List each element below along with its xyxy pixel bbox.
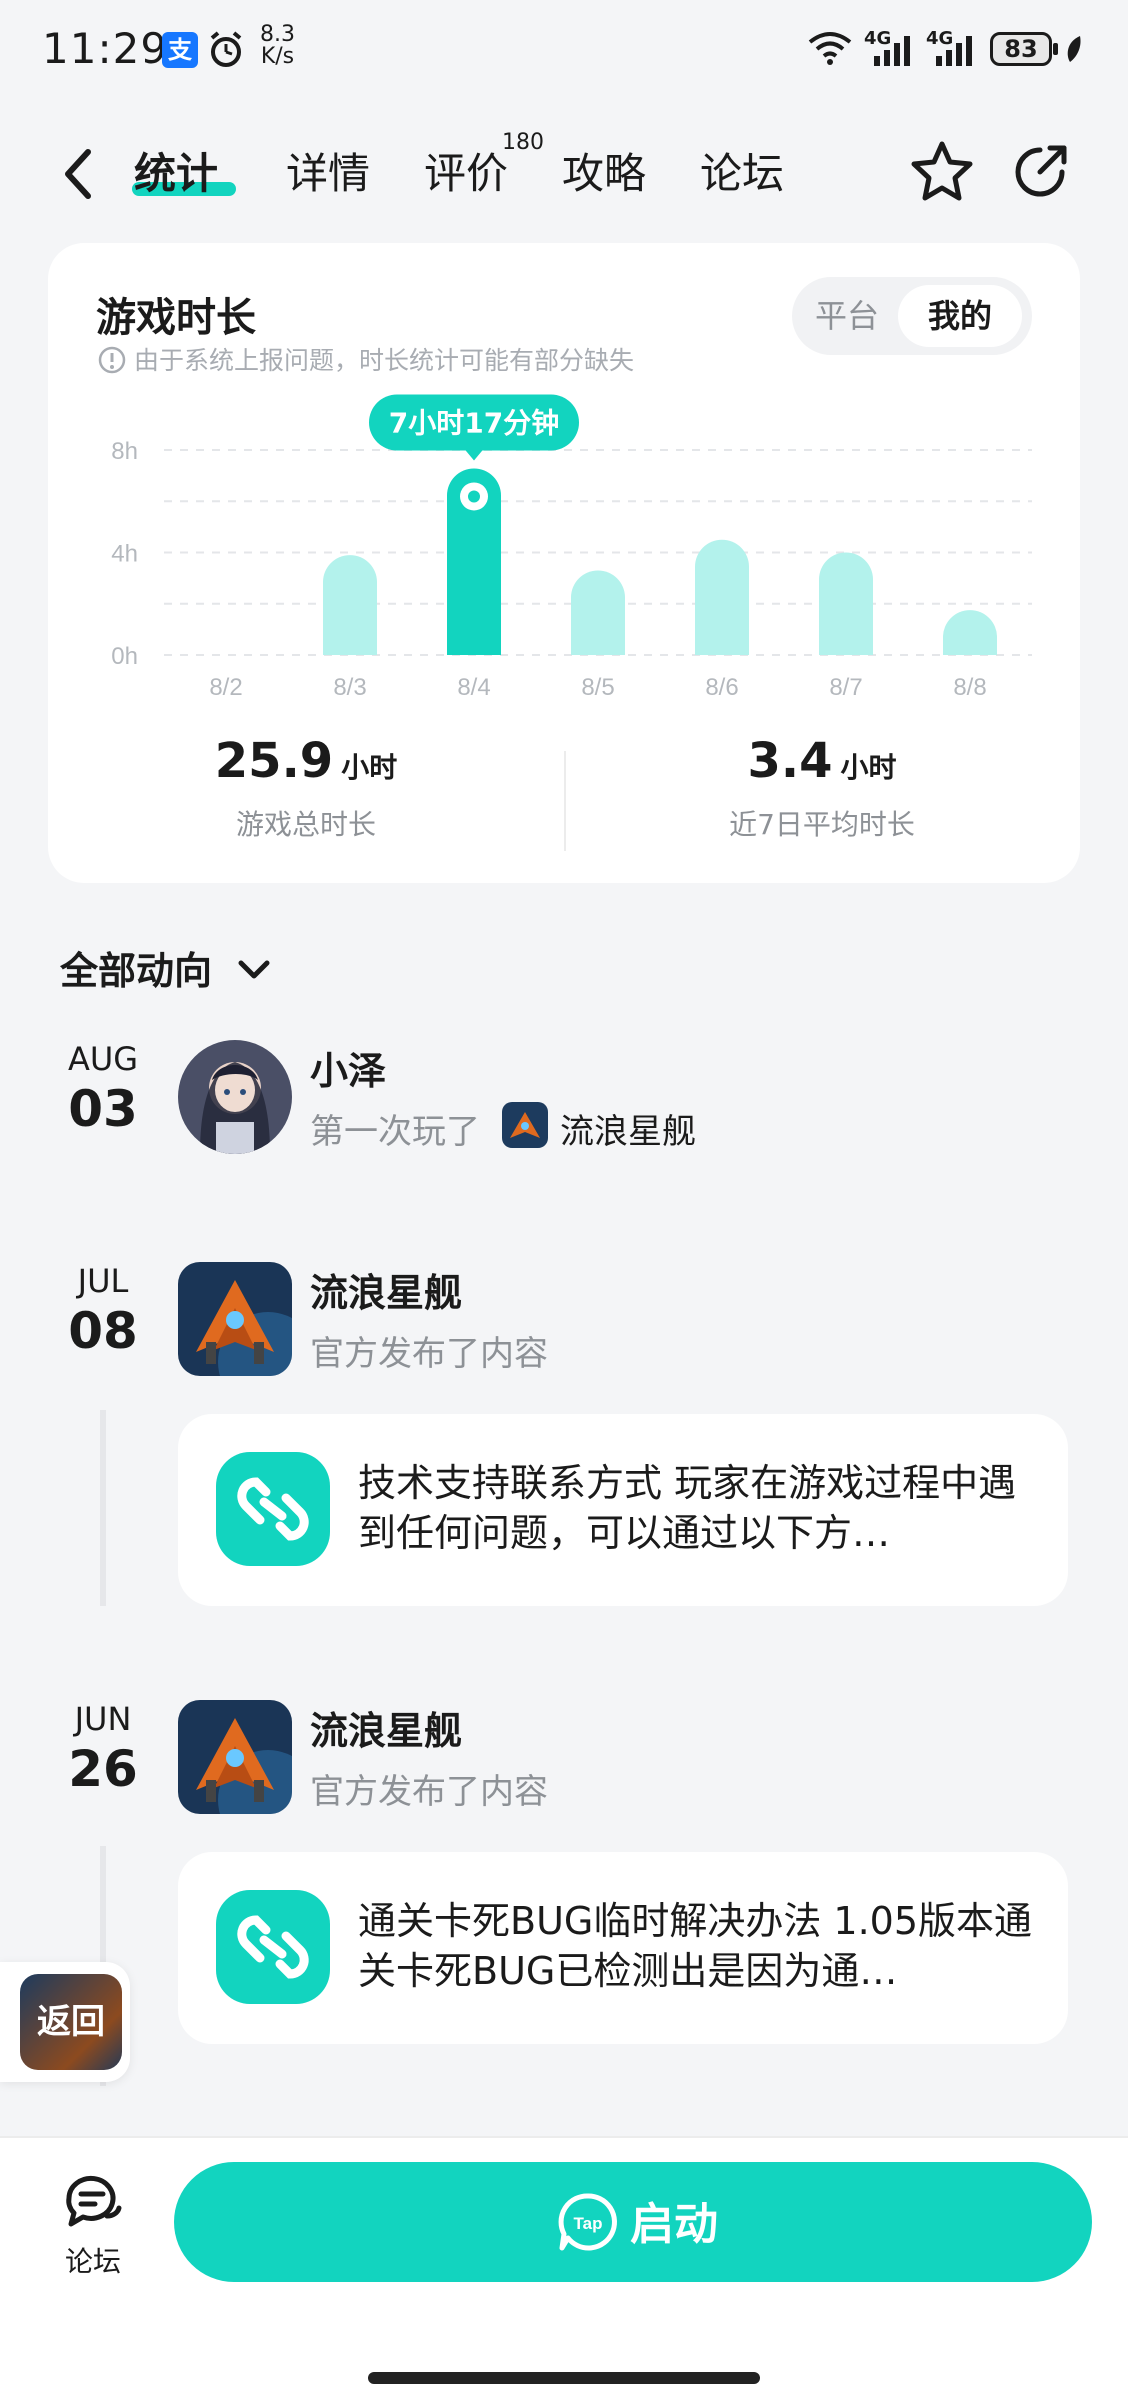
post-card[interactable]: 通关卡死BUG临时解决办法 1.05版本通关卡死BUG已检测出是因为通…	[178, 1852, 1068, 2044]
chart-y-tick-label: 8h	[111, 438, 138, 465]
wifi-icon	[808, 32, 852, 65]
total-time-value: 25.9	[214, 733, 334, 789]
total-time-unit: 小时	[341, 751, 398, 784]
star-icon[interactable]	[908, 138, 976, 206]
activity-day: 03	[68, 1080, 138, 1138]
chart-x-tick-label: 8/2	[209, 674, 242, 701]
chart-bar	[323, 555, 377, 655]
activity-action: 第一次玩了	[310, 1112, 480, 1152]
floating-return-button[interactable]: 返回	[0, 1962, 130, 2082]
avg-time-block: 3.4 小时 近7日平均时长	[564, 733, 1080, 843]
total-time-block: 25.9 小时 游戏总时长	[48, 733, 564, 843]
status-bar: 11:29 支 8.3 K/s 4G 4G 83	[0, 0, 1128, 100]
alarm-icon	[210, 31, 242, 67]
avg-time-unit: 小时	[840, 751, 897, 784]
status-time: 11:29	[42, 24, 169, 73]
chart-bar	[819, 552, 873, 655]
post-card[interactable]: 技术支持联系方式 玩家在游戏过程中遇到任何问题，可以通过以下方…	[178, 1414, 1068, 1606]
activity-month: AUG	[67, 1040, 139, 1078]
activity-game-name[interactable]: 流浪星舰	[560, 1104, 696, 1153]
activity-filter-label: 全部动向	[60, 949, 213, 993]
net-speed: 8.3 K/s	[260, 24, 295, 68]
activity-action: 官方发布了内容	[310, 1772, 548, 1812]
alipay-icon: 支	[162, 32, 198, 68]
activity-user-name[interactable]: 小泽	[310, 1040, 386, 1095]
chart-tooltip-pointer	[464, 448, 484, 461]
chart-x-tick-label: 8/7	[829, 674, 862, 701]
game-icon[interactable]	[178, 1700, 292, 1814]
home-indicator[interactable]	[368, 2372, 760, 2384]
chart-y-tick-label: 0h	[111, 643, 138, 670]
activity-publisher-name[interactable]: 流浪星舰	[310, 1262, 462, 1317]
tab-forum[interactable]: 论坛	[700, 140, 784, 201]
play-time-chart: 8h 4h 0h 8/2 8/3 7小时17分钟 8/4 8/5 8/6 8/7 8/8	[111, 394, 1032, 701]
tab-guides[interactable]: 攻略	[562, 140, 646, 201]
activity-month: JUL	[77, 1262, 129, 1300]
chart-tooltip-label: 7小时17分钟	[389, 406, 559, 439]
total-time-label: 游戏总时长	[235, 808, 376, 841]
top-nav: 统计 详情 评价 180 攻略 论坛	[0, 110, 1128, 230]
activity-day: 08	[68, 1302, 138, 1360]
game-mini-icon	[502, 1102, 548, 1148]
leaf-icon	[1067, 36, 1081, 62]
launch-button[interactable]: Tap 启动	[174, 2162, 1092, 2282]
launch-label: 启动	[630, 2199, 718, 2250]
signal-icon-2	[936, 36, 972, 66]
chart-bar	[571, 570, 625, 655]
forum-chat-icon	[66, 2175, 122, 2227]
reviews-count-badge: 180	[502, 130, 544, 155]
net-speed-value: 8.3	[260, 22, 295, 47]
tab-details[interactable]: 详情	[286, 140, 370, 201]
activity-month: JUN	[74, 1700, 132, 1738]
tab-reviews[interactable]: 评价	[424, 140, 508, 201]
chart-x-tick-label: 8/3	[333, 674, 366, 701]
chevron-down-icon	[238, 960, 270, 979]
chart-bar	[943, 610, 997, 655]
signal-icon-1	[874, 36, 910, 66]
activity-day: 26	[68, 1740, 138, 1798]
chart-bar	[695, 539, 749, 655]
net-speed-unit: K/s	[260, 44, 295, 69]
back-arrow-icon[interactable]	[58, 144, 98, 204]
activity-publisher-name[interactable]: 流浪星舰	[310, 1700, 462, 1755]
return-label: 返回	[37, 2002, 105, 2042]
forum-button[interactable]: 论坛	[50, 2172, 136, 2280]
chart-y-tick-label: 4h	[111, 541, 138, 568]
chart-x-tick-label: 8/6	[705, 674, 738, 701]
game-icon[interactable]	[178, 1262, 292, 1376]
activity-filter[interactable]: 全部动向	[60, 940, 271, 995]
forum-label: 论坛	[64, 2245, 121, 2278]
timeline-line	[100, 1410, 106, 1606]
tap-logo-text: Tap	[574, 2214, 603, 2233]
post-preview-text: 技术支持联系方式 玩家在游戏过程中遇到任何问题，可以通过以下方…	[358, 1461, 1017, 1555]
chart-bar-marker-dot	[468, 490, 480, 503]
chart-x-tick-label: 8/4	[457, 674, 490, 701]
battery-indicator: 83	[990, 32, 1058, 66]
play-time-card: 游戏时长 由于系统上报问题，时长统计可能有部分缺失 平台 我的 8h 4h 0h 8/…	[48, 243, 1080, 883]
avg-time-value: 3.4	[747, 733, 833, 789]
activity-action: 官方发布了内容	[310, 1334, 548, 1374]
chart-x-tick-label: 8/8	[953, 674, 986, 701]
link-icon	[216, 1890, 330, 2004]
avatar[interactable]	[178, 1040, 292, 1154]
tab-stats[interactable]: 统计	[134, 140, 218, 201]
tap-logo-icon: Tap	[558, 2193, 617, 2251]
bottom-action-bar: 论坛 Tap 启动	[0, 2136, 1128, 2402]
share-icon[interactable]	[1006, 138, 1074, 206]
avg-time-label: 近7日平均时长	[729, 808, 915, 841]
post-preview-text: 通关卡死BUG临时解决办法 1.05版本通关卡死BUG已检测出是因为通…	[358, 1899, 1033, 1993]
link-icon	[216, 1452, 330, 1566]
chart-x-tick-label: 8/5	[581, 674, 614, 701]
